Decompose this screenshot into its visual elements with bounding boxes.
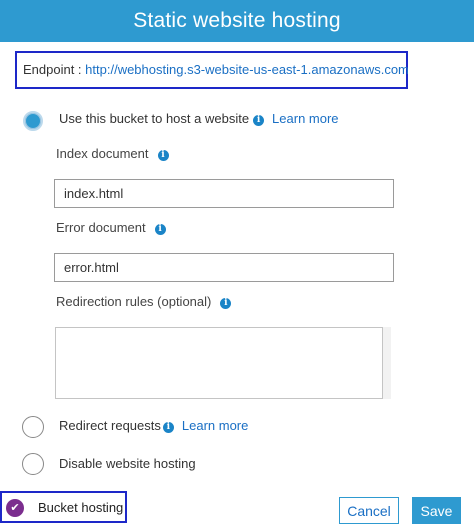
redirection-rules-textarea[interactable] (55, 327, 383, 399)
index-document-input[interactable] (54, 179, 394, 208)
option-disable-label: Disable website hosting (59, 456, 196, 471)
option-redirect-requests: Redirect requests i Learn more (59, 418, 248, 433)
bucket-hosting-status: ✔ Bucket hosting (0, 491, 127, 523)
error-document-label-row: Error document i (56, 220, 166, 235)
endpoint-row: Endpoint : http://webhosting.s3-website-… (15, 51, 409, 89)
option-host-label: Use this bucket to host a website (59, 111, 250, 126)
info-icon[interactable]: i (220, 298, 232, 309)
info-icon[interactable]: i (157, 150, 169, 161)
cancel-button[interactable]: Cancel (339, 497, 399, 524)
endpoint-label: Endpoint : (23, 62, 82, 77)
radio-redirect-requests[interactable] (22, 416, 44, 438)
dialog-title: Static website hosting (0, 0, 474, 42)
learn-more-host-link[interactable]: Learn more (272, 111, 338, 126)
textarea-scrollbar[interactable] (383, 327, 391, 399)
radio-disable-hosting[interactable] (22, 453, 44, 475)
info-icon[interactable]: i (162, 422, 174, 433)
error-document-label: Error document (56, 220, 146, 235)
error-document-input[interactable] (54, 253, 394, 282)
save-button[interactable]: Save (412, 497, 461, 524)
index-document-label-row: Index document i (56, 146, 169, 161)
info-icon[interactable]: i (154, 224, 166, 235)
radio-host-website[interactable] (23, 111, 43, 131)
index-document-label: Index document (56, 146, 149, 161)
redirection-rules-label: Redirection rules (optional) (56, 294, 212, 309)
redirection-rules-label-row: Redirection rules (optional) i (56, 294, 232, 309)
endpoint-link[interactable]: http://webhosting.s3-website-us-east-1.a… (85, 62, 409, 77)
info-icon[interactable]: i (253, 115, 265, 126)
option-redirect-label: Redirect requests (59, 418, 161, 433)
learn-more-redirect-link[interactable]: Learn more (182, 418, 248, 433)
option-host-website: Use this bucket to host a website i Learn … (59, 111, 339, 126)
bucket-hosting-label: Bucket hosting (38, 500, 124, 515)
check-circle-icon: ✔ (6, 499, 24, 517)
